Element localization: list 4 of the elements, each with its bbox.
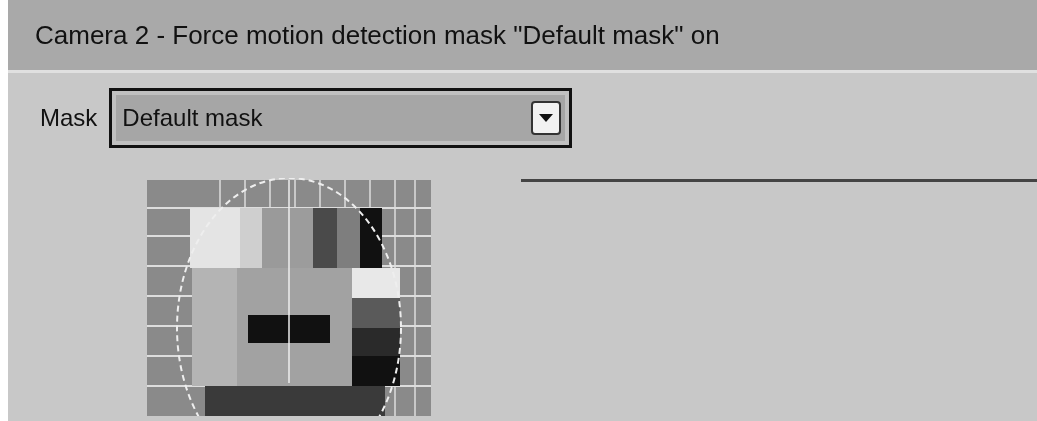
- header-title: Camera 2 - Force motion detection mask "Default mask" on: [35, 19, 720, 51]
- mask-dropdown[interactable]: Default mask: [109, 88, 573, 148]
- caret-icon: [531, 101, 562, 135]
- mask-label: Mask: [40, 104, 98, 132]
